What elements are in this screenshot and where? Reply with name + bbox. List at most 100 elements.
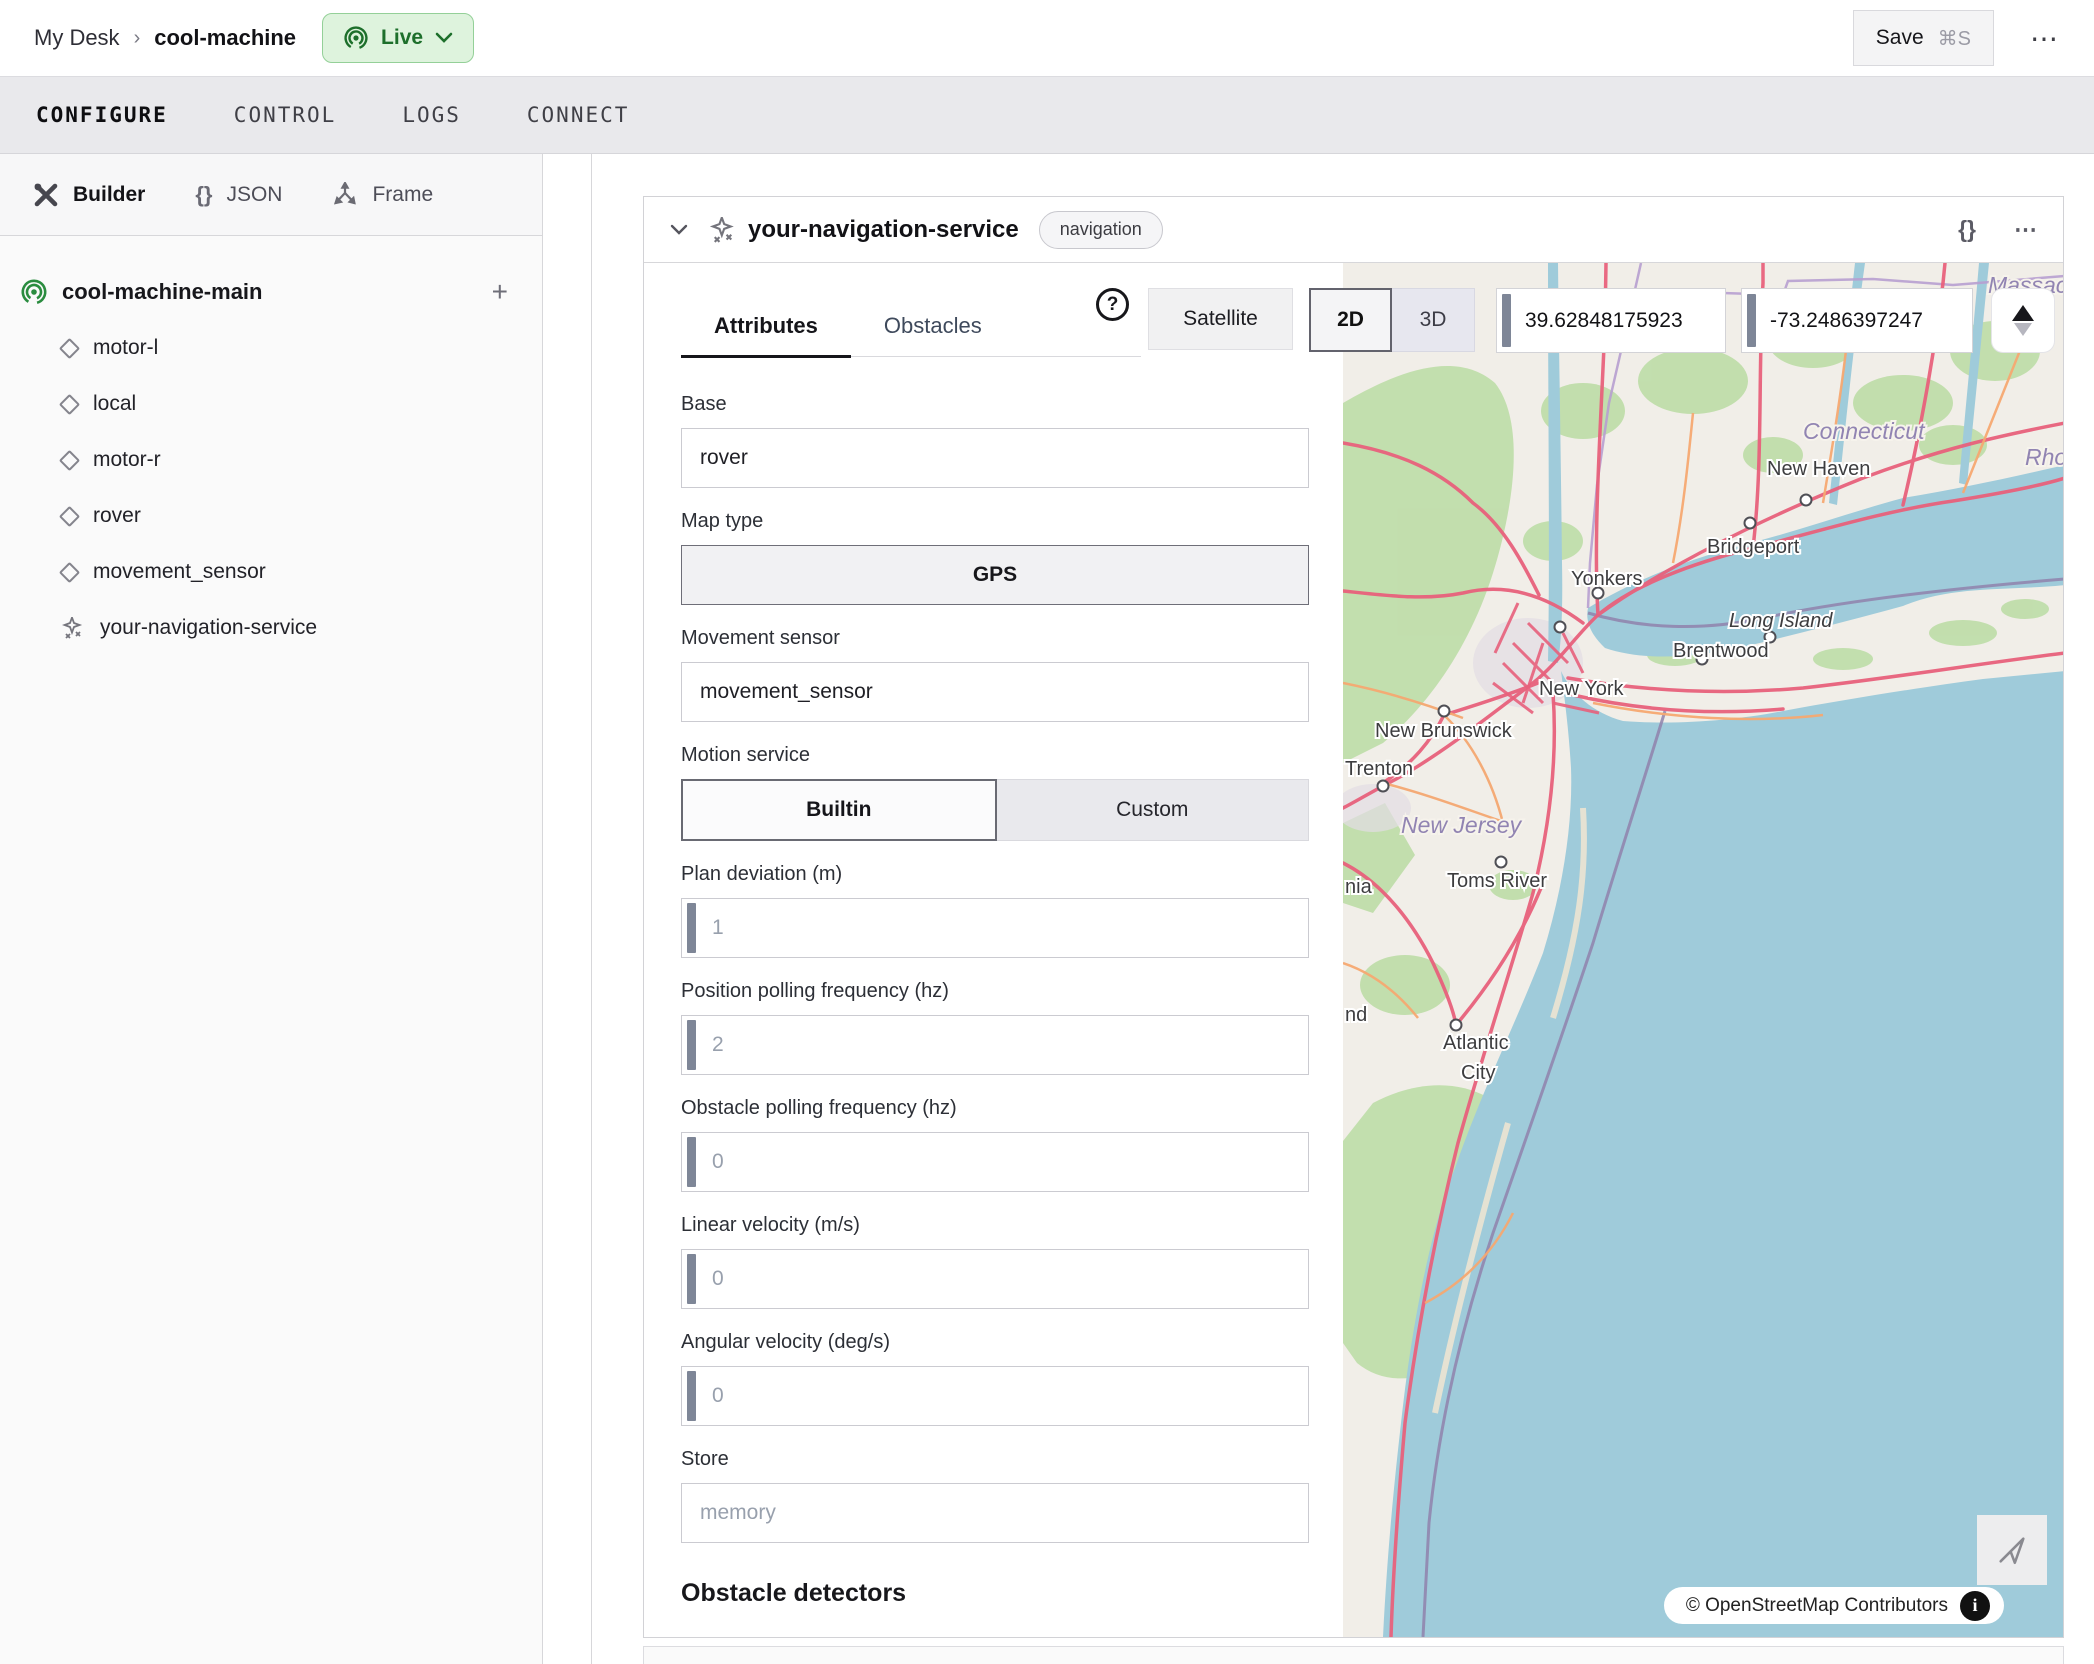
- save-button[interactable]: Save ⌘S: [1853, 10, 1994, 66]
- navigation-map[interactable]: MassachRhodConnecticutNew JerseyNew Have…: [1343, 263, 2063, 1637]
- mode-json-label: JSON: [226, 183, 282, 207]
- machine-part-icon: [20, 278, 48, 306]
- satellite-toggle-button[interactable]: Satellite: [1148, 288, 1293, 350]
- state-label: New Jersey: [1401, 812, 1523, 838]
- tree-item-motor-l[interactable]: motor-l: [0, 320, 542, 376]
- tree-root-machine[interactable]: cool-machine-main +: [0, 264, 542, 320]
- tab-obstacles[interactable]: Obstacles: [851, 313, 1015, 356]
- motion-service-option-builtin[interactable]: Builtin: [681, 779, 997, 841]
- longitude-input[interactable]: -73.2486397247: [1741, 288, 1973, 353]
- tree-item-label: local: [93, 392, 136, 416]
- attributes-form: Attributes Obstacles Base rover Map typeGP…: [644, 263, 1343, 1637]
- angular-velocity-label: Angular velocity (deg/s): [681, 1331, 1309, 1354]
- store-input[interactable]: memory: [681, 1483, 1309, 1543]
- city-label: New Haven: [1767, 458, 1870, 480]
- chevron-down-icon: [435, 32, 453, 44]
- linear-velocity-value: 0: [712, 1267, 724, 1291]
- city-label: Atlantic: [1443, 1032, 1509, 1054]
- base-input[interactable]: rover: [681, 428, 1309, 488]
- position-polling-frequency-input[interactable]: 2: [681, 1015, 1309, 1075]
- city-marker: [1801, 495, 1812, 506]
- locate-me-button[interactable]: [1977, 1515, 2047, 1585]
- field-position-polling-frequency: Position polling frequency (hz)2: [681, 980, 1309, 1075]
- service-type-badge: navigation: [1039, 211, 1163, 249]
- mode-builder[interactable]: Builder: [33, 182, 145, 208]
- tab-configure[interactable]: CONFIGURE: [36, 103, 168, 127]
- service-star-icon: [710, 217, 736, 243]
- tree-item-local[interactable]: local: [0, 376, 542, 432]
- mode-json[interactable]: {} JSON: [195, 182, 282, 208]
- city-label: City: [1461, 1062, 1495, 1084]
- info-icon[interactable]: i: [1960, 1591, 1990, 1621]
- obstacle-polling-frequency-drag-handle[interactable]: [687, 1137, 696, 1187]
- latitude-input[interactable]: 39.62848175923: [1496, 288, 1726, 353]
- tree-item-rover[interactable]: rover: [0, 488, 542, 544]
- angular-velocity-value: 0: [712, 1384, 724, 1408]
- field-map-type: Map typeGPS: [681, 510, 1309, 605]
- field-plan-deviation: Plan deviation (m)1: [681, 863, 1309, 958]
- tab-logs[interactable]: LOGS: [402, 103, 461, 127]
- map-3d-button[interactable]: 3D: [1392, 288, 1475, 352]
- field-store: Store memory: [681, 1448, 1309, 1543]
- mode-frame[interactable]: Frame: [332, 182, 433, 208]
- map-attribution: © OpenStreetMap Contributors i: [1664, 1587, 2004, 1624]
- base-label: Base: [681, 393, 1309, 416]
- help-button[interactable]: ?: [1096, 288, 1129, 321]
- linear-velocity-drag-handle[interactable]: [687, 1254, 696, 1304]
- step-down-icon[interactable]: [2014, 323, 2032, 336]
- navigation-arrow-icon: [1995, 1533, 2029, 1567]
- step-up-icon[interactable]: [2012, 305, 2034, 321]
- main-panel: your-navigation-service navigation {} ⋯ …: [592, 154, 2094, 1664]
- state-label: Connecticut: [1803, 418, 1926, 444]
- card-json-icon[interactable]: {}: [1958, 216, 1976, 243]
- angular-velocity-drag-handle[interactable]: [687, 1371, 696, 1421]
- component-diamond-icon: [59, 449, 80, 470]
- tab-control[interactable]: CONTROL: [234, 103, 337, 127]
- obstacle-polling-frequency-input[interactable]: 0: [681, 1132, 1309, 1192]
- angular-velocity-input[interactable]: 0: [681, 1366, 1309, 1426]
- live-status-dropdown[interactable]: Live: [322, 13, 474, 63]
- tree-item-label: movement_sensor: [93, 560, 266, 584]
- latitude-drag-handle[interactable]: [1502, 294, 1511, 347]
- position-polling-frequency-value: 2: [712, 1033, 724, 1057]
- motion-service-option-custom[interactable]: Custom: [997, 779, 1310, 841]
- coordinate-stepper[interactable]: [1991, 288, 2055, 353]
- card-more-icon[interactable]: ⋯: [2014, 216, 2037, 243]
- config-sidebar: Builder {} JSON Frame cool-machine-main …: [0, 154, 543, 1664]
- component-diamond-icon: [59, 561, 80, 582]
- tools-icon: [33, 182, 59, 208]
- save-label: Save: [1876, 26, 1924, 50]
- map-2d-button[interactable]: 2D: [1309, 288, 1392, 352]
- field-obstacle-polling-frequency: Obstacle polling frequency (hz)0: [681, 1097, 1309, 1192]
- map-dimension-toggle: 2D 3D: [1309, 288, 1475, 352]
- latitude-value: 39.62848175923: [1525, 309, 1683, 333]
- longitude-drag-handle[interactable]: [1747, 294, 1756, 347]
- plan-deviation-input[interactable]: 1: [681, 898, 1309, 958]
- sidebar-resize-gutter[interactable]: [543, 154, 592, 1664]
- map-type-button[interactable]: GPS: [681, 545, 1309, 605]
- next-card-edge[interactable]: [643, 1646, 2064, 1664]
- store-value: memory: [700, 1501, 776, 1525]
- add-component-button[interactable]: +: [492, 278, 508, 306]
- position-polling-frequency-drag-handle[interactable]: [687, 1020, 696, 1070]
- component-diamond-icon: [59, 505, 80, 526]
- plan-deviation-drag-handle[interactable]: [687, 903, 696, 953]
- tab-attributes[interactable]: Attributes: [681, 313, 851, 358]
- tree-item-movement_sensor[interactable]: movement_sensor: [0, 544, 542, 600]
- breadcrumb-root[interactable]: My Desk: [34, 25, 120, 51]
- movement-sensor-input[interactable]: movement_sensor: [681, 662, 1309, 722]
- collapse-chevron-icon[interactable]: [670, 224, 688, 236]
- help-label: ?: [1107, 294, 1119, 316]
- movement-sensor-value: movement_sensor: [700, 680, 873, 704]
- store-label: Store: [681, 1448, 1309, 1471]
- plan-deviation-value: 1: [712, 916, 724, 940]
- component-diamond-icon: [59, 393, 80, 414]
- tree-item-your-navigation-service[interactable]: your-navigation-service: [0, 600, 542, 656]
- header-more-menu-icon[interactable]: ⋯: [2030, 22, 2060, 55]
- tree-item-motor-r[interactable]: motor-r: [0, 432, 542, 488]
- card-tabs: Attributes Obstacles: [681, 313, 1141, 357]
- longitude-value: -73.2486397247: [1770, 309, 1923, 333]
- tab-connect[interactable]: CONNECT: [527, 103, 630, 127]
- linear-velocity-input[interactable]: 0: [681, 1249, 1309, 1309]
- card-body: Attributes Obstacles Base rover Map typeGP…: [644, 263, 2063, 1637]
